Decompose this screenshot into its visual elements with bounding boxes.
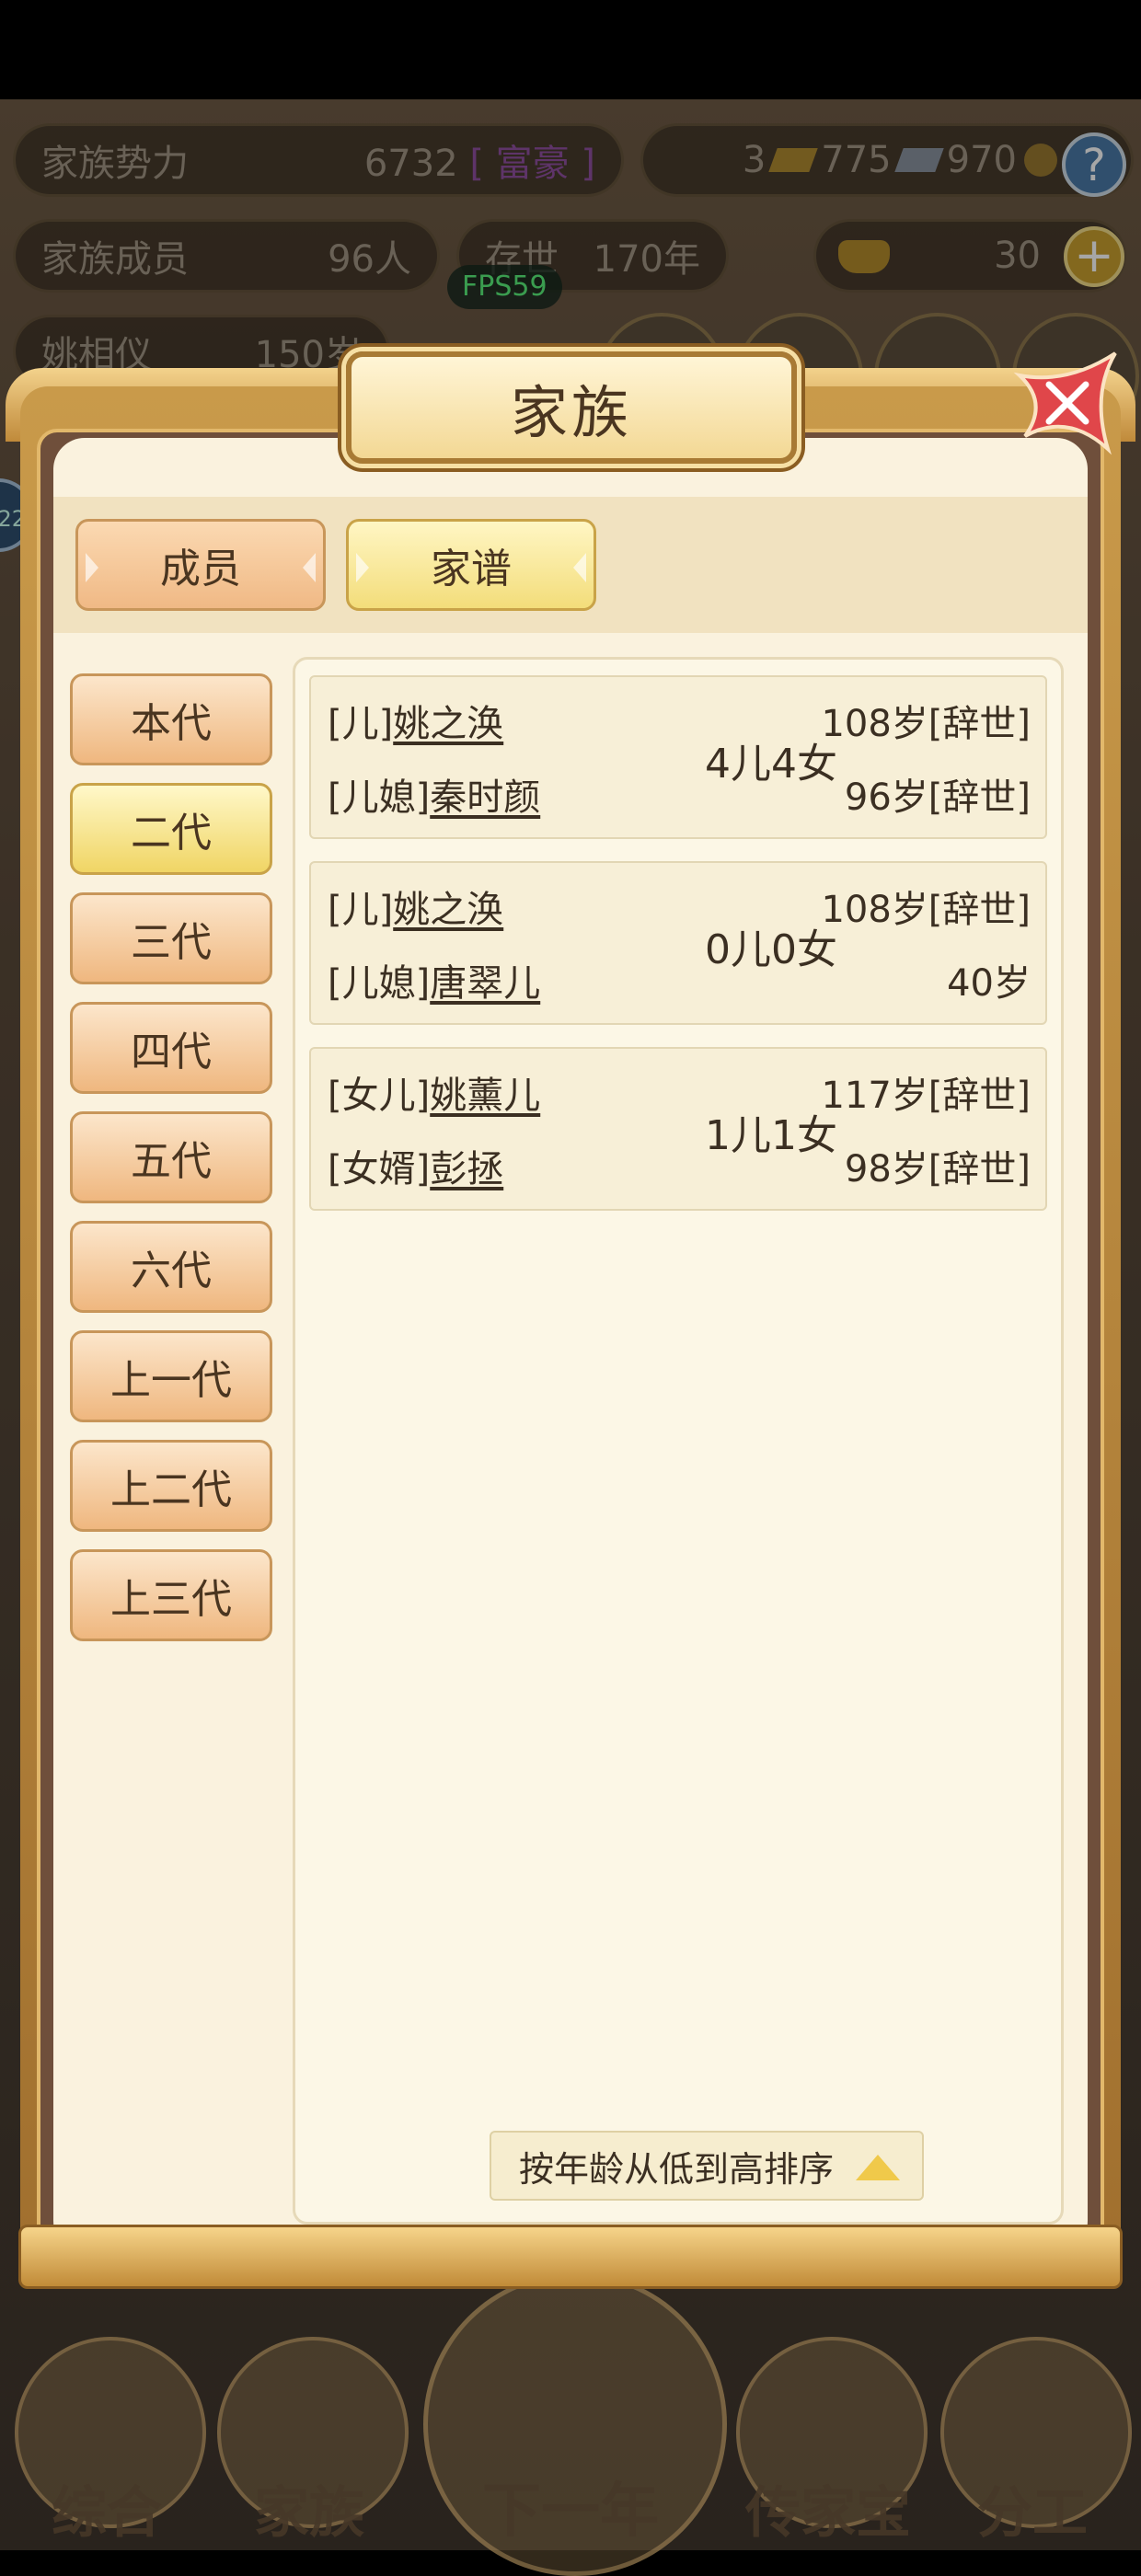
spouse-role: [儿媳] [328, 962, 431, 1005]
member-name-link[interactable]: 姚之涣 [393, 703, 503, 745]
generation-label: 四代 [131, 1029, 212, 1075]
spouse-age: 96岁[辞世] [844, 776, 1031, 819]
spouse-name-link[interactable]: 唐翠儿 [430, 962, 540, 1005]
nav-heirloom-label: 传家宝 [745, 2481, 911, 2546]
nav-division[interactable]: 分工 [931, 2318, 1134, 2548]
nav-division-label: 分工 [977, 2481, 1088, 2546]
nav-next-year[interactable]: 下一年 [416, 2272, 727, 2576]
spouse-name-link[interactable]: 秦时颜 [430, 776, 540, 819]
nav-next-year-label: 下一年 [482, 2478, 659, 2546]
nav-family[interactable]: 家族 [208, 2318, 410, 2548]
nav-family-label: 家族 [254, 2481, 364, 2546]
member-age: 117岁[辞世] [821, 1075, 1031, 1117]
member-row: [女儿]姚薰儿 [328, 1065, 540, 1119]
spouse-age: 40岁 [947, 962, 1031, 1005]
couple-card[interactable]: [儿]姚之涣 [儿媳]秦时颜 4儿4女 108岁[辞世] 96岁[辞世] [309, 675, 1047, 839]
tab-genealogy[interactable]: 家谱 [346, 519, 596, 611]
spouse-row: [儿媳]秦时颜 [328, 767, 540, 821]
couple-card[interactable]: [儿]姚之涣 [儿媳]唐翠儿 0儿0女 108岁[辞世] 40岁 [309, 861, 1047, 1025]
children-count: 4儿4女 [705, 741, 837, 788]
member-row: [儿]姚之涣 [328, 880, 503, 933]
tab-members-label: 成员 [160, 546, 241, 592]
member-role: [儿] [328, 703, 394, 745]
nav-general[interactable]: 综合 [6, 2318, 208, 2548]
modal-title: 家族 [510, 379, 632, 446]
nav-general-label: 综合 [52, 2481, 162, 2546]
spouse-role: [女婿] [328, 1148, 431, 1190]
generation-button[interactable]: 四代 [70, 1002, 272, 1094]
generation-label: 六代 [131, 1248, 212, 1294]
generation-button[interactable]: 上二代 [70, 1440, 272, 1532]
generation-button[interactable]: 三代 [70, 892, 272, 984]
sort-by-age-button[interactable]: 按年龄从低到高排序 [490, 2131, 924, 2201]
generation-button[interactable]: 上三代 [70, 1549, 272, 1641]
generation-button[interactable]: 六代 [70, 1221, 272, 1313]
generation-label: 五代 [131, 1138, 212, 1185]
member-role: [儿] [328, 889, 394, 931]
member-row: [儿]姚之涣 [328, 694, 503, 747]
member-role: [女儿] [328, 1075, 431, 1117]
modal-frame-base [18, 2225, 1123, 2289]
generation-label: 上二代 [110, 1466, 232, 1513]
generation-label: 本代 [131, 700, 212, 747]
generation-label: 上一代 [110, 1357, 232, 1404]
spouse-age: 98岁[辞世] [844, 1148, 1031, 1190]
generation-label: 二代 [131, 810, 212, 857]
generation-button[interactable]: 二代 [70, 783, 272, 875]
member-name-link[interactable]: 姚之涣 [393, 889, 503, 931]
generation-label: 上三代 [110, 1576, 232, 1623]
sort-label: 按年龄从低到高排序 [519, 2148, 835, 2190]
spouse-role: [儿媳] [328, 776, 431, 819]
sort-ascending-icon [856, 2155, 900, 2180]
generation-label: 三代 [131, 919, 212, 966]
modal-title-plaque: 家族 [346, 351, 797, 464]
member-age: 108岁[辞世] [821, 889, 1031, 931]
tab-members[interactable]: 成员 [75, 519, 326, 611]
generation-button[interactable]: 本代 [70, 673, 272, 765]
nav-heirloom[interactable]: 传家宝 [727, 2318, 929, 2548]
children-count: 1儿1女 [705, 1112, 837, 1159]
spouse-row: [女婿]彭拯 [328, 1139, 503, 1192]
spouse-name-link[interactable]: 彭拯 [430, 1148, 503, 1190]
generation-button[interactable]: 上一代 [70, 1330, 272, 1422]
member-name-link[interactable]: 姚薰儿 [430, 1075, 540, 1117]
generation-button[interactable]: 五代 [70, 1111, 272, 1203]
tab-genealogy-label: 家谱 [431, 546, 512, 592]
member-age: 108岁[辞世] [821, 703, 1031, 745]
couple-card[interactable]: [女儿]姚薰儿 [女婿]彭拯 1儿1女 117岁[辞世] 98岁[辞世] [309, 1047, 1047, 1211]
children-count: 0儿0女 [705, 926, 837, 973]
close-icon[interactable] [1012, 348, 1123, 458]
spouse-row: [儿媳]唐翠儿 [328, 953, 540, 1006]
